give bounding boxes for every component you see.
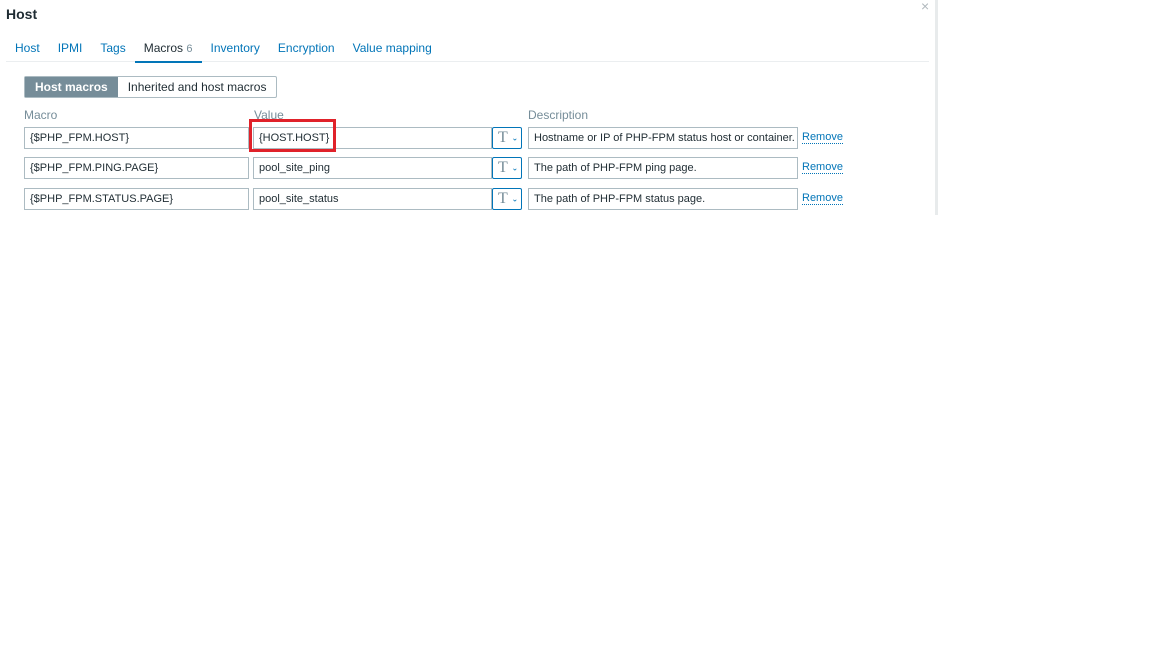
text-type-icon: T: [498, 129, 508, 146]
host-macros-button[interactable]: Host macros: [25, 77, 118, 97]
tab-label: Macros: [143, 41, 184, 55]
chevron-down-icon: ⌄: [511, 133, 519, 143]
chevron-down-icon: ⌄: [511, 194, 519, 204]
scrollbar[interactable]: [935, 0, 938, 215]
tab-bar: Host IPMI Tags Macros 6 Inventory Encryp…: [6, 34, 929, 63]
description-input[interactable]: Hostname or IP of PHP-FPM status host or…: [528, 127, 798, 149]
macro-input[interactable]: {$PHP_FPM.STATUS.PAGE}: [24, 188, 249, 210]
text-type-icon: T: [498, 159, 508, 176]
description-header: Description: [528, 108, 589, 122]
tab-encryption[interactable]: Encryption: [269, 34, 344, 61]
tab-tags[interactable]: Tags: [91, 34, 134, 61]
value-input[interactable]: pool_site_status: [253, 188, 492, 210]
description-input[interactable]: The path of PHP-FPM ping page.: [528, 157, 798, 179]
remove-button[interactable]: Remove: [802, 131, 843, 144]
inherited-macros-button[interactable]: Inherited and host macros: [118, 77, 277, 97]
close-icon[interactable]: ×: [921, 0, 929, 14]
highlight-box: [249, 119, 336, 152]
dialog-title: Host: [6, 6, 38, 22]
text-type-icon: T: [498, 190, 508, 207]
remove-button[interactable]: Remove: [802, 192, 843, 205]
value-type-button[interactable]: T ⌄: [492, 188, 522, 210]
macro-header: Macro: [24, 108, 58, 122]
remove-button[interactable]: Remove: [802, 161, 843, 174]
tab-macros[interactable]: Macros 6: [134, 34, 202, 63]
value-type-button[interactable]: T ⌄: [492, 157, 522, 179]
chevron-down-icon: ⌄: [511, 163, 519, 173]
tab-host[interactable]: Host: [6, 34, 49, 61]
value-type-button[interactable]: T ⌄: [492, 127, 522, 149]
tab-inventory[interactable]: Inventory: [202, 34, 269, 61]
macro-view-toggle: Host macros Inherited and host macros: [24, 76, 278, 98]
macro-input[interactable]: {$PHP_FPM.PING.PAGE}: [24, 157, 249, 179]
value-input[interactable]: pool_site_ping: [253, 157, 492, 179]
tab-ipmi[interactable]: IPMI: [49, 34, 92, 61]
macro-input[interactable]: {$PHP_FPM.HOST}: [24, 127, 249, 149]
tab-count: 6: [186, 43, 193, 55]
tab-value-mapping[interactable]: Value mapping: [344, 34, 441, 61]
description-input[interactable]: The path of PHP-FPM status page.: [528, 188, 798, 210]
